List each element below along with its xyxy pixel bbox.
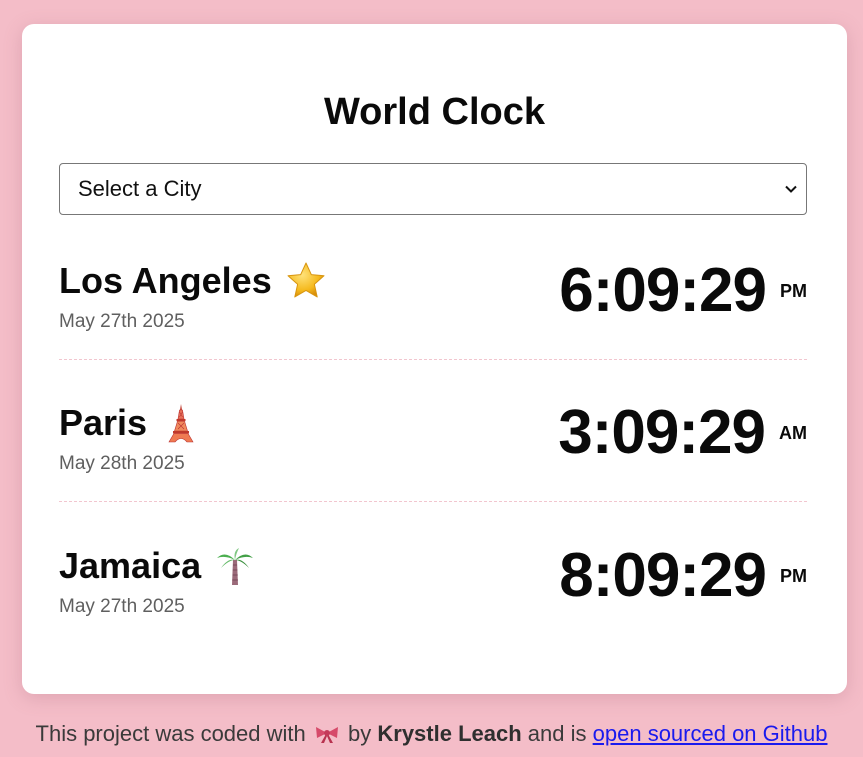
ribbon-bow-icon: [315, 727, 338, 743]
city-select[interactable]: Select a City: [59, 163, 807, 215]
author-name: Krystle Leach: [377, 721, 522, 746]
world-clock-card: World Clock Select a City Los Angeles Ma…: [22, 24, 847, 694]
footer-prefix: This project was coded with: [35, 721, 306, 746]
city-name: Los Angeles: [59, 261, 326, 301]
city-row-jamaica: Jamaica May 27th 2025 8:09:29 PM: [59, 524, 807, 644]
city-row-paris: Paris May 28th 2025 3:09:29 AM: [59, 381, 807, 502]
city-time: 6:09:29 PM: [559, 259, 807, 323]
city-name-label: Paris: [59, 402, 148, 443]
city-time: 3:09:29 AM: [558, 401, 807, 465]
city-date: May 27th 2025: [59, 596, 185, 617]
time-period: PM: [780, 566, 807, 586]
city-select-value: Select a City: [78, 176, 202, 201]
time-period: PM: [780, 281, 807, 301]
time-period: AM: [779, 423, 807, 443]
star-icon: [287, 262, 325, 298]
chevron-down-icon: [785, 185, 797, 193]
time-value: 3:09:29: [558, 398, 766, 467]
city-name-label: Jamaica: [59, 545, 202, 586]
palm-tree-icon: [217, 548, 254, 585]
city-name: Paris: [59, 403, 201, 443]
city-row-los-angeles: Los Angeles May 27th 2025 6:09:29 PM: [59, 239, 807, 360]
footer: This project was coded with by Krystle L…: [0, 720, 863, 748]
city-name-label: Los Angeles: [59, 260, 272, 301]
eiffel-tower-icon: [168, 404, 194, 443]
time-value: 8:09:29: [559, 541, 767, 610]
github-link[interactable]: open sourced on Github: [593, 721, 828, 746]
city-name: Jamaica: [59, 546, 255, 586]
city-time: 8:09:29 PM: [559, 544, 807, 608]
footer-middle: and is: [527, 721, 587, 746]
city-date: May 27th 2025: [59, 311, 185, 332]
time-value: 6:09:29: [559, 256, 767, 325]
city-date: May 28th 2025: [59, 453, 185, 474]
footer-by: by: [348, 721, 372, 746]
page-title: World Clock: [324, 91, 545, 133]
